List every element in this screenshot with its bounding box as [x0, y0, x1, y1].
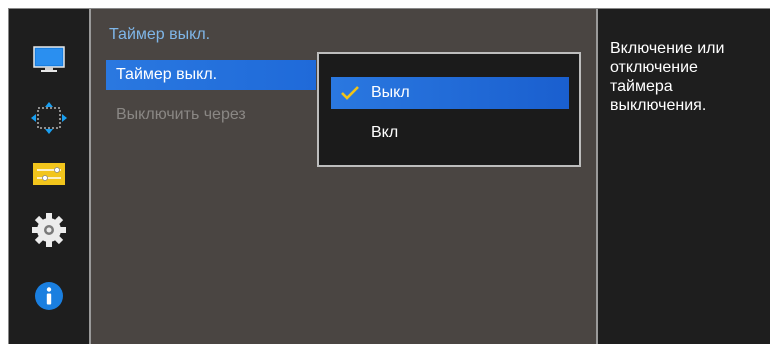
page-title: Таймер выкл. — [109, 26, 211, 43]
menu-item-off-timer[interactable]: Таймер выкл. — [106, 60, 316, 90]
menu-item-turn-off-after[interactable]: Выключить через — [106, 100, 316, 130]
gear-icon[interactable] — [29, 213, 69, 247]
menu-item-label: Выключить через — [116, 106, 246, 123]
help-line: выключения. — [610, 97, 707, 114]
screen-size-icon[interactable] — [29, 101, 69, 135]
checkmark-icon — [340, 77, 362, 109]
help-line: отключение — [610, 59, 698, 76]
main-panel: Таймер выкл. Таймер выкл. Выключить чере… — [91, 9, 596, 344]
help-line: таймера — [610, 78, 673, 95]
option-label: Вкл — [371, 124, 399, 141]
sliders-icon[interactable] — [29, 157, 69, 191]
option-off[interactable]: Выкл — [331, 77, 569, 109]
help-line: Включение или — [610, 40, 725, 57]
off-timer-dropdown: Выкл Вкл — [317, 52, 581, 167]
menu-item-label: Таймер выкл. — [116, 66, 218, 83]
help-text: Включение или отключение таймера выключе… — [610, 39, 760, 115]
info-icon[interactable] — [29, 279, 69, 313]
option-on[interactable]: Вкл — [331, 117, 569, 149]
monitor-icon[interactable] — [29, 43, 69, 77]
option-label: Выкл — [371, 84, 410, 101]
help-panel: Включение или отключение таймера выключе… — [598, 9, 770, 344]
sidebar — [9, 9, 89, 344]
